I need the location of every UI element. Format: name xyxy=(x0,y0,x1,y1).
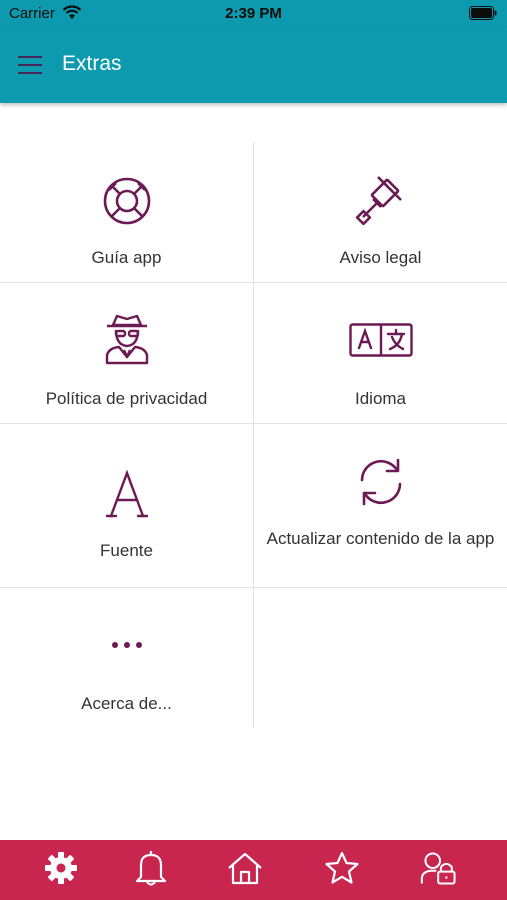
tab-favorites[interactable] xyxy=(322,848,362,888)
star-icon xyxy=(325,851,359,884)
grid-row: Política de privacidad Idioma xyxy=(0,283,507,424)
grid-item-actualizar-contenido[interactable]: Actualizar contenido de la app xyxy=(254,424,507,587)
translate-icon xyxy=(254,323,507,357)
grid-item-label: Actualizar contenido de la app xyxy=(266,529,495,548)
grid-item-politica-privacidad[interactable]: Política de privacidad xyxy=(0,283,254,423)
battery-icon xyxy=(469,6,497,24)
grid-row: Fuente Actualizar contenido de la app xyxy=(0,424,507,588)
grid-item-idioma[interactable]: Idioma xyxy=(254,283,507,423)
grid-row: Acerca de... xyxy=(0,588,507,728)
home-icon xyxy=(228,852,262,885)
more-icon xyxy=(0,641,253,649)
grid-item-label: Aviso legal xyxy=(339,248,422,267)
grid-item-label: Política de privacidad xyxy=(45,389,208,408)
status-bar: Carrier 2:39 PM xyxy=(0,0,507,28)
grid-item-fuente[interactable]: Fuente xyxy=(0,424,254,587)
refresh-icon xyxy=(254,456,507,508)
tab-home[interactable] xyxy=(225,848,265,888)
hamburger-menu-icon[interactable] xyxy=(18,54,42,76)
grid-item-guia-app[interactable]: Guía app xyxy=(0,142,254,282)
extras-grid: Guía app Aviso legal Política de privaci… xyxy=(0,142,507,728)
grid-row: Guía app Aviso legal xyxy=(0,142,507,283)
grid-item-label: Guía app xyxy=(91,248,162,267)
app-bar: Extras xyxy=(0,28,507,103)
bell-icon xyxy=(135,850,167,886)
grid-empty-cell xyxy=(254,588,507,728)
grid-item-label: Acerca de... xyxy=(81,694,172,713)
lifebuoy-icon xyxy=(0,176,253,226)
user-lock-icon xyxy=(420,852,456,885)
page-title: Extras xyxy=(62,52,122,75)
grid-item-label: Idioma xyxy=(354,389,407,408)
grid-item-label: Fuente xyxy=(100,541,153,560)
tab-notifications[interactable] xyxy=(131,848,171,888)
grid-item-aviso-legal[interactable]: Aviso legal xyxy=(254,142,507,282)
font-icon xyxy=(0,470,253,518)
tab-settings[interactable] xyxy=(41,848,81,888)
tab-account[interactable] xyxy=(420,848,460,888)
spy-icon xyxy=(0,313,253,365)
gavel-icon xyxy=(254,174,507,226)
status-time: 2:39 PM xyxy=(225,5,282,22)
bottom-tab-bar xyxy=(0,840,507,900)
gear-icon xyxy=(45,852,77,884)
grid-item-acerca-de[interactable]: Acerca de... xyxy=(0,588,254,728)
